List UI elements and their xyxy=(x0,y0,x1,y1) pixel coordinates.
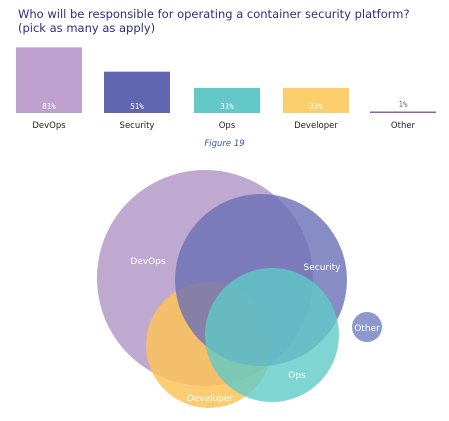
venn-circle-ops xyxy=(205,268,339,402)
venn-label-devops: DevOps xyxy=(130,257,166,267)
venn-label-security: Security xyxy=(304,263,342,273)
value-label-other: 1% xyxy=(398,100,408,109)
category-label-security: Security xyxy=(120,121,155,131)
venn-label-developer: Developer xyxy=(187,394,234,404)
venn-label-other: Other xyxy=(354,324,380,334)
value-label-devops: 81% xyxy=(42,102,56,111)
category-label-ops: Ops xyxy=(219,121,236,131)
bar-other xyxy=(370,111,436,113)
value-label-security: 51% xyxy=(130,102,144,111)
venn-diagram: DevOps Developer Security Ops Other xyxy=(97,170,382,408)
bar-chart: 81% DevOps 51% Security 31% Ops 31% Developer 1%… xyxy=(16,47,436,131)
figure-caption: Figure 19 xyxy=(204,139,245,149)
category-label-other: Other xyxy=(391,121,416,131)
category-label-devops: DevOps xyxy=(32,121,66,131)
value-label-developer: 31% xyxy=(309,102,323,111)
category-label-developer: Developer xyxy=(294,121,338,131)
value-label-ops: 31% xyxy=(220,102,234,111)
venn-label-ops: Ops xyxy=(288,371,306,381)
